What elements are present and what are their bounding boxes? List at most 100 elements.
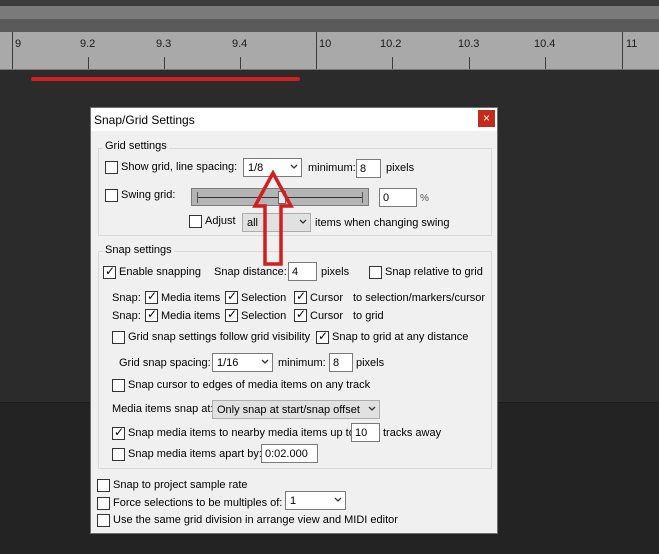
- enable-snapping-checkbox[interactable]: [103, 264, 116, 279]
- snap-grid-dialog: Snap/Grid Settings × Grid settings Show …: [90, 107, 498, 534]
- ruler-label: 10: [319, 38, 332, 50]
- ruler-tick: [240, 57, 241, 69]
- swing-value-input[interactable]: 0: [379, 188, 417, 207]
- close-icon: ×: [482, 111, 490, 125]
- media-snap-at-label: Media items snap at:: [112, 403, 214, 415]
- dialog-titlebar[interactable]: Snap/Grid Settings ×: [91, 108, 497, 131]
- snap-row2-prefix: Snap:: [112, 310, 141, 322]
- chevron-down-icon: [334, 497, 342, 504]
- media-snap-at-value: Only snap at start/snap offset: [217, 404, 360, 416]
- annotation-underline: [31, 77, 300, 81]
- apart-label: Snap media items apart by:: [128, 448, 262, 460]
- adjust-label: Adjust: [205, 215, 236, 227]
- ruler-label: 9: [15, 38, 22, 50]
- snap-row1-selection-checkbox[interactable]: [225, 289, 238, 304]
- slider-cap: [362, 192, 363, 203]
- ruler-tick: [88, 57, 89, 69]
- apart-value: 0:02.000: [265, 448, 308, 460]
- adjust-checkbox[interactable]: [189, 215, 202, 228]
- follow-grid-checkbox[interactable]: [112, 331, 125, 344]
- snap-minimum-label: minimum:: [278, 357, 326, 369]
- snap-row2-media-checkbox[interactable]: [145, 307, 158, 322]
- grid-minimum-label: minimum:: [308, 162, 356, 174]
- nearby-value: 10: [355, 427, 368, 439]
- ruler-label: 10.3: [458, 38, 480, 50]
- snap-row1-media-checkbox[interactable]: [145, 289, 158, 304]
- ruler-label: 10.2: [380, 38, 402, 50]
- snap-row2-selection-label: Selection: [241, 310, 287, 322]
- ruler-tick: [392, 57, 393, 69]
- ruler-label: 9.4: [232, 38, 248, 50]
- ruler-label: 11: [626, 38, 638, 50]
- same-grid-label: Use the same grid division in arrange vi…: [113, 514, 398, 526]
- swing-grid-checkbox[interactable]: [105, 189, 118, 202]
- swing-grid-label: Swing grid:: [121, 189, 176, 201]
- cursor-edges-checkbox[interactable]: [112, 379, 125, 392]
- chevron-down-icon: [261, 359, 269, 366]
- multiples-value: 1: [290, 495, 297, 507]
- snap-row1-cursor-label: Cursor: [310, 292, 344, 304]
- ruler-label: 9.3: [156, 38, 172, 50]
- apart-input[interactable]: 0:02.000: [261, 444, 318, 463]
- multiples-checkbox[interactable]: [97, 497, 110, 510]
- ruler-label: 10.4: [534, 38, 556, 50]
- grid-pixels-label: pixels: [386, 162, 415, 174]
- any-distance-checkbox[interactable]: [316, 329, 329, 344]
- snap-settings-legend: Snap settings: [103, 244, 174, 256]
- nearby-suffix: tracks away: [383, 427, 442, 439]
- snap-row1-cursor-checkbox[interactable]: [294, 289, 307, 304]
- nearby-checkbox[interactable]: [112, 425, 125, 440]
- adjust-suffix-label: items when changing swing: [315, 217, 450, 229]
- ruler-label: 9.2: [80, 38, 96, 50]
- snap-row2-suffix: to grid: [353, 310, 384, 322]
- snap-relative-checkbox[interactable]: [369, 266, 382, 279]
- sample-rate-checkbox[interactable]: [97, 479, 110, 492]
- snap-row1-prefix: Snap:: [112, 292, 141, 304]
- timeline-ruler[interactable]: 9 9.2 9.3 9.4 10 10.2 10.3 10.4 11: [0, 32, 659, 70]
- grid-settings-legend: Grid settings: [103, 140, 169, 152]
- swing-value: 0: [383, 192, 390, 204]
- ruler-tick: [469, 57, 470, 69]
- snap-row1-suffix: to selection/markers/cursor: [353, 292, 486, 304]
- any-distance-label: Snap to grid at any distance: [332, 331, 469, 343]
- media-snap-at-select[interactable]: Only snap at start/snap offset: [212, 400, 380, 419]
- grid-minimum-value: 8: [360, 163, 367, 175]
- grid-minimum-input[interactable]: 8: [356, 159, 381, 178]
- percent-label: %: [420, 193, 429, 204]
- nearby-label: Snap media items to nearby media items u…: [128, 427, 358, 439]
- snap-pixels-label: pixels: [356, 357, 385, 369]
- nearby-input[interactable]: 10: [351, 423, 380, 442]
- annotation-arrow-icon: [252, 170, 294, 266]
- snap-minimum-input[interactable]: 8: [329, 353, 353, 372]
- chevron-down-icon: [368, 406, 376, 413]
- grid-snap-spacing-label: Grid snap spacing:: [119, 357, 211, 369]
- same-grid-checkbox[interactable]: [97, 514, 110, 527]
- multiples-label: Force selections to be multiples of:: [113, 497, 283, 509]
- ruler-tick: [164, 57, 165, 69]
- show-grid-checkbox[interactable]: [105, 161, 118, 174]
- snap-row1-media-label: Media items: [161, 292, 221, 304]
- ruler-tick: [622, 32, 623, 69]
- ruler-tick: [12, 32, 13, 69]
- top-toolbar-strip: [0, 0, 659, 32]
- snap-row2-cursor-checkbox[interactable]: [294, 307, 307, 322]
- multiples-select[interactable]: 1: [285, 491, 346, 510]
- snap-row2-media-label: Media items: [161, 310, 221, 322]
- enable-snapping-label: Enable snapping: [119, 266, 201, 278]
- ruler-tick: [545, 57, 546, 69]
- grid-snap-spacing-select[interactable]: 1/16: [212, 353, 273, 372]
- close-button[interactable]: ×: [478, 110, 495, 127]
- show-grid-label: Show grid, line spacing:: [121, 161, 238, 173]
- sample-rate-label: Snap to project sample rate: [113, 479, 248, 491]
- snap-distance-unit: pixels: [321, 266, 350, 278]
- ruler-tick: [316, 32, 317, 69]
- snap-row2-cursor-label: Cursor: [310, 310, 344, 322]
- follow-grid-label: Grid snap settings follow grid visibilit…: [128, 331, 311, 343]
- snap-relative-label: Snap relative to grid: [385, 266, 483, 278]
- snap-row2-selection-checkbox[interactable]: [225, 307, 238, 322]
- snap-minimum-value: 8: [333, 357, 340, 369]
- snap-row1-selection-label: Selection: [241, 292, 287, 304]
- dialog-title: Snap/Grid Settings: [94, 113, 195, 127]
- apart-checkbox[interactable]: [112, 448, 125, 461]
- cursor-edges-label: Snap cursor to edges of media items on a…: [128, 379, 371, 391]
